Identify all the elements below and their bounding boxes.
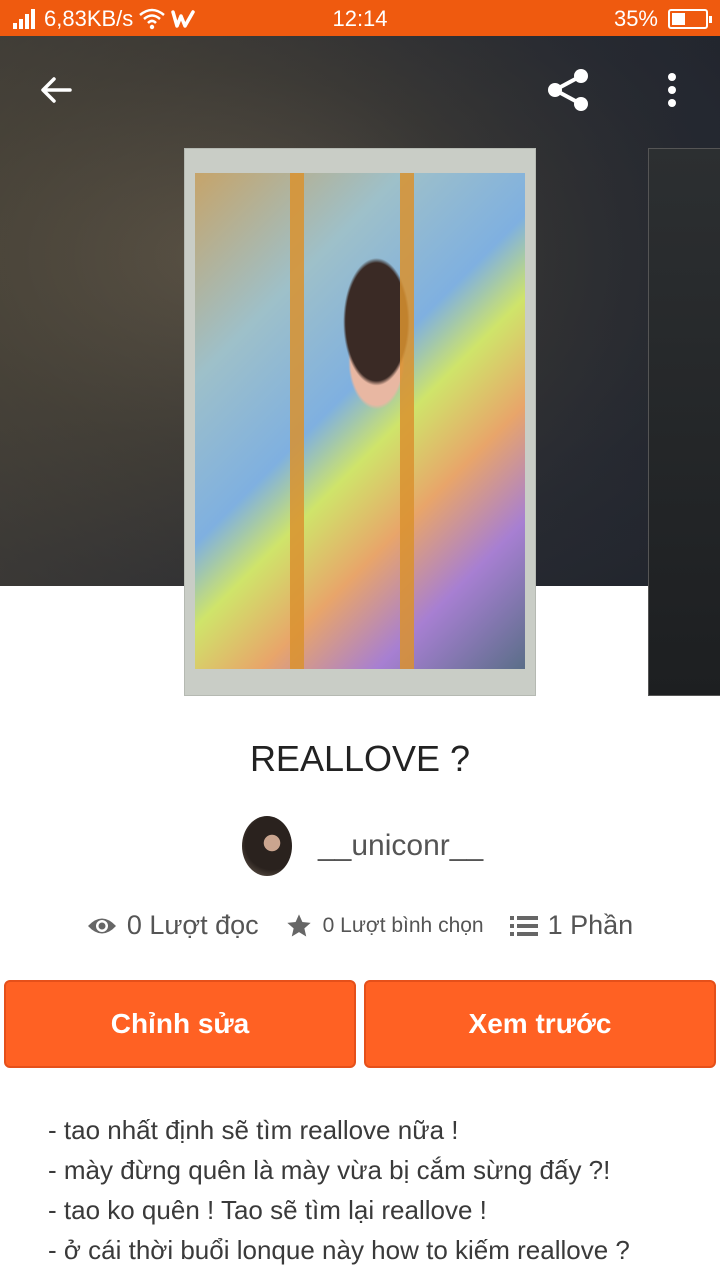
- author-name[interactable]: __uniconr__: [318, 829, 483, 863]
- cover-photo: [195, 173, 525, 669]
- cover-ladder-right: [400, 173, 414, 669]
- author-row[interactable]: __uniconr__: [242, 816, 483, 876]
- eye-icon: [87, 918, 116, 933]
- description-line: - ở cái thời buổi lonque này how to kiếm…: [48, 1235, 630, 1265]
- list-icon: [509, 915, 538, 936]
- battery-icon: [668, 9, 712, 29]
- avatar[interactable]: [242, 816, 292, 876]
- parts-count: 1 Phần: [547, 910, 634, 940]
- reads-count: 0 Lượt đọc: [126, 910, 259, 940]
- story-description: - tao nhất định sẽ tìm reallove nữa ! - …: [48, 1110, 708, 1270]
- reads-stat: 0 Lượt đọc: [87, 910, 259, 941]
- story-cover[interactable]: [184, 148, 536, 696]
- description-line: - tao nhất định sẽ tìm reallove nữa !: [48, 1115, 459, 1145]
- story-stats: 0 Lượt đọc 0 Lượt bình chọn 1 Phần: [0, 910, 720, 941]
- back-button[interactable]: [26, 60, 86, 120]
- back-arrow-icon: [41, 77, 72, 103]
- share-button[interactable]: [538, 60, 598, 120]
- clock: 12:14: [332, 6, 388, 31]
- battery-fill: [672, 13, 685, 25]
- edit-button[interactable]: Chỉnh sửa: [4, 980, 356, 1068]
- description-line: - mày đừng quên là mày vừa bị cắm sừng đ…: [48, 1155, 611, 1185]
- status-bar: 6,83KB/s 12:14 35%: [0, 0, 720, 36]
- star-icon: [287, 913, 311, 936]
- next-story-cover[interactable]: [648, 148, 720, 696]
- preview-button[interactable]: Xem trước: [364, 980, 716, 1068]
- parts-stat: 1 Phần: [509, 910, 634, 941]
- votes-count: 0 Lượt bình chọn: [322, 913, 484, 937]
- more-options-button[interactable]: [642, 60, 702, 120]
- more-vertical-icon: [668, 73, 676, 107]
- story-title: REALLOVE ?: [249, 738, 471, 779]
- cover-ladder-left: [290, 173, 304, 669]
- battery-percent: 35%: [613, 6, 658, 31]
- status-right: 35%: [613, 6, 712, 32]
- description-line: - tao ko quên ! Tao sẽ tìm lại reallove …: [48, 1195, 487, 1225]
- share-icon: [548, 69, 588, 111]
- votes-stat: 0 Lượt bình chọn: [285, 912, 484, 940]
